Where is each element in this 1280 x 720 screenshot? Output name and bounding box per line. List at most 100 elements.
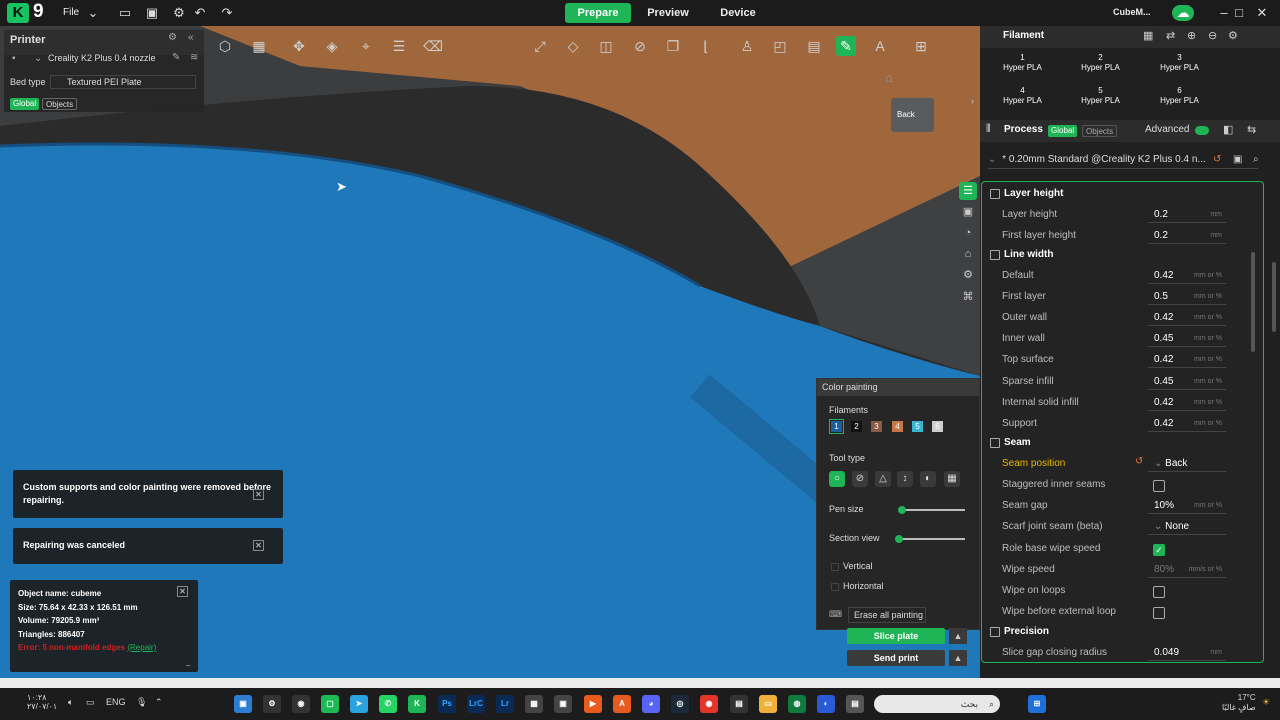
weather-widget[interactable]: 17°C صافٍ غالبًا <box>1222 693 1256 713</box>
filament-card-4[interactable]: 4 Hyper PLA <box>986 83 1059 110</box>
first-layer-height-input[interactable]: 0.2 mm <box>1148 228 1226 244</box>
view-cube[interactable]: Back <box>891 98 934 132</box>
send-print-button[interactable]: Send print <box>847 650 945 666</box>
cut-icon[interactable]: ⊘ <box>630 36 650 56</box>
search-box[interactable]: بحث ⌕ <box>874 695 1000 713</box>
file-explorer-icon[interactable]: ▭ <box>759 695 777 713</box>
language-indicator[interactable]: ENG <box>106 697 126 707</box>
start-icon[interactable]: ⊞ <box>1028 695 1046 713</box>
erase-icon[interactable]: ⌫ <box>423 36 443 56</box>
edit-icon[interactable]: ✎ <box>172 52 180 63</box>
chevron-down-icon[interactable]: ⌄ <box>85 5 101 21</box>
seam-icon[interactable]: ◰ <box>770 36 790 56</box>
collapse-icon[interactable]: « <box>188 32 194 43</box>
scale-icon[interactable]: ⤢ <box>530 36 550 56</box>
sparse-infill-input[interactable]: 0.45 mm or % <box>1148 374 1226 390</box>
first-layer-width-input[interactable]: 0.5 mm or % <box>1148 289 1226 305</box>
save-preset-icon[interactable]: ▣ <box>1233 151 1242 169</box>
app-icon-13[interactable]: ▶ <box>584 695 602 713</box>
process-objects-toggle[interactable]: Objects <box>1082 125 1118 137</box>
app-icon-4[interactable]: ▢ <box>321 695 339 713</box>
steam-icon[interactable]: ◎ <box>671 695 689 713</box>
triangle-brush-icon[interactable]: △ <box>875 471 891 487</box>
add-cube-icon[interactable]: ⬡ <box>215 36 235 56</box>
sphere-brush-icon[interactable]: ⊘ <box>852 471 868 487</box>
multimaterial-tab-icon[interactable]: ⌘ <box>959 288 977 306</box>
color-paint-icon[interactable]: ✎ <box>836 36 856 56</box>
pen-size-slider[interactable] <box>899 509 965 511</box>
microphone-icon[interactable]: 🎙︎ <box>136 697 147 708</box>
filament-card-2[interactable]: 2 Hyper PLA <box>1064 50 1137 77</box>
telegram-icon[interactable]: ➤ <box>350 695 368 713</box>
layer-height-input[interactable]: 0.2 mm <box>1148 207 1226 223</box>
process-preset-select[interactable]: ⌄ * 0.20mm Standard @Creality K2 Plus 0.… <box>988 151 1259 169</box>
objects-toggle[interactable]: Objects <box>42 98 78 110</box>
strength-tab-icon[interactable]: ▣ <box>959 203 977 221</box>
speed-tab-icon[interactable]: ◔ <box>959 224 977 242</box>
others-tab-icon[interactable]: ⚙ <box>959 266 977 284</box>
undo-icon[interactable]: ↶ <box>192 5 208 21</box>
erase-all-button[interactable]: Erase all painting <box>848 607 926 623</box>
chevron-down-icon[interactable]: ⌄ <box>34 53 42 64</box>
pen-size-thumb[interactable] <box>898 506 907 514</box>
gap-fill-icon[interactable]: ▦ <box>944 471 960 487</box>
measure-icon[interactable]: ⌊ <box>696 36 716 56</box>
sync-icon[interactable]: ⇄ <box>1166 29 1175 42</box>
chevron-up-icon[interactable]: ⌃ <box>155 697 163 708</box>
filament-swatch-4[interactable]: 4 <box>892 421 903 432</box>
cloud-icon[interactable]: ☁ <box>1172 5 1194 21</box>
copy-icon[interactable]: ❐ <box>663 36 683 56</box>
slice-plate-button[interactable]: Slice plate <box>847 628 945 644</box>
seam-position-select[interactable]: ⌄ Back <box>1148 456 1226 472</box>
filament-settings-icon[interactable]: ▦ <box>1143 29 1153 42</box>
arrange-icon[interactable]: ✥ <box>289 36 309 56</box>
gear-icon[interactable]: ⚙ <box>1228 29 1238 42</box>
app-icon-1[interactable]: ▣ <box>234 695 252 713</box>
settings-app-icon[interactable]: ⚙ <box>263 695 281 713</box>
inner-wall-input[interactable]: 0.45 mm or % <box>1148 331 1226 347</box>
advanced-toggle[interactable] <box>1195 126 1209 135</box>
staggered-inner-seams-checkbox[interactable] <box>1153 480 1165 492</box>
compare-icon[interactable]: ◧ <box>1223 123 1233 136</box>
clock[interactable]: ١٠:٢٨ ٢٧/٠٧/٠١ <box>27 693 57 711</box>
process-global-toggle[interactable]: Global <box>1048 125 1078 137</box>
close-icon[interactable]: ✕ <box>177 586 188 597</box>
vertical-checkbox[interactable] <box>831 563 839 571</box>
search-icon[interactable]: ⌕ <box>1253 151 1259 169</box>
circle-brush-icon[interactable]: ○ <box>829 471 845 487</box>
collapse-icon[interactable]: – <box>186 659 190 673</box>
support-width-input[interactable]: 0.42 mm or % <box>1148 416 1226 432</box>
repair-link[interactable]: (Repair) <box>127 643 156 652</box>
chevron-up-icon[interactable]: ▲ <box>949 650 967 666</box>
discord-icon[interactable]: ◕ <box>642 695 660 713</box>
bed-type-select[interactable]: Textured PEI Plate <box>50 75 196 89</box>
printer-model[interactable]: Creality K2 Plus 0.4 nozzle <box>48 53 156 63</box>
filament-card-6[interactable]: 6 Hyper PLA <box>1143 83 1216 110</box>
filament-card-5[interactable]: 5 Hyper PLA <box>1064 83 1137 110</box>
panel-scrollbar[interactable] <box>1272 262 1276 332</box>
quality-tab-icon[interactable]: ☰ <box>959 182 977 200</box>
redo-icon[interactable]: ↷ <box>219 5 235 21</box>
rotate-icon[interactable]: ◫ <box>596 36 616 56</box>
whatsapp-icon[interactable]: ✆ <box>379 695 397 713</box>
top-surface-input[interactable]: 0.42 mm or % <box>1148 352 1226 368</box>
params-scrollbar[interactable] <box>1251 252 1255 352</box>
app-icon-14[interactable]: A <box>613 695 631 713</box>
remove-icon[interactable]: ⊖ <box>1208 29 1217 42</box>
tab-preview[interactable]: Preview <box>640 3 696 23</box>
text-icon[interactable]: A <box>870 36 890 56</box>
wifi-icon[interactable]: ≋ <box>190 52 198 63</box>
tab-prepare[interactable]: Prepare <box>565 3 631 23</box>
section-view-slider[interactable] <box>899 538 965 540</box>
close-icon[interactable]: ✕ <box>253 540 264 551</box>
height-range-icon[interactable]: ↕ <box>897 471 913 487</box>
collapse-arrow-icon[interactable]: › <box>971 96 974 106</box>
scarf-joint-seam-select[interactable]: ⌄ None <box>1148 519 1226 535</box>
section-view-thumb[interactable] <box>895 535 903 543</box>
filament-swatch-6[interactable]: 6 <box>932 421 943 432</box>
close-icon[interactable]: ✕ <box>253 489 264 500</box>
orient-icon[interactable]: ◈ <box>322 36 342 56</box>
support-tab-icon[interactable]: ⌂ <box>959 245 977 263</box>
maximize-icon[interactable]: □ <box>1231 5 1247 21</box>
seam-gap-input[interactable]: 10% mm or % <box>1148 498 1226 514</box>
